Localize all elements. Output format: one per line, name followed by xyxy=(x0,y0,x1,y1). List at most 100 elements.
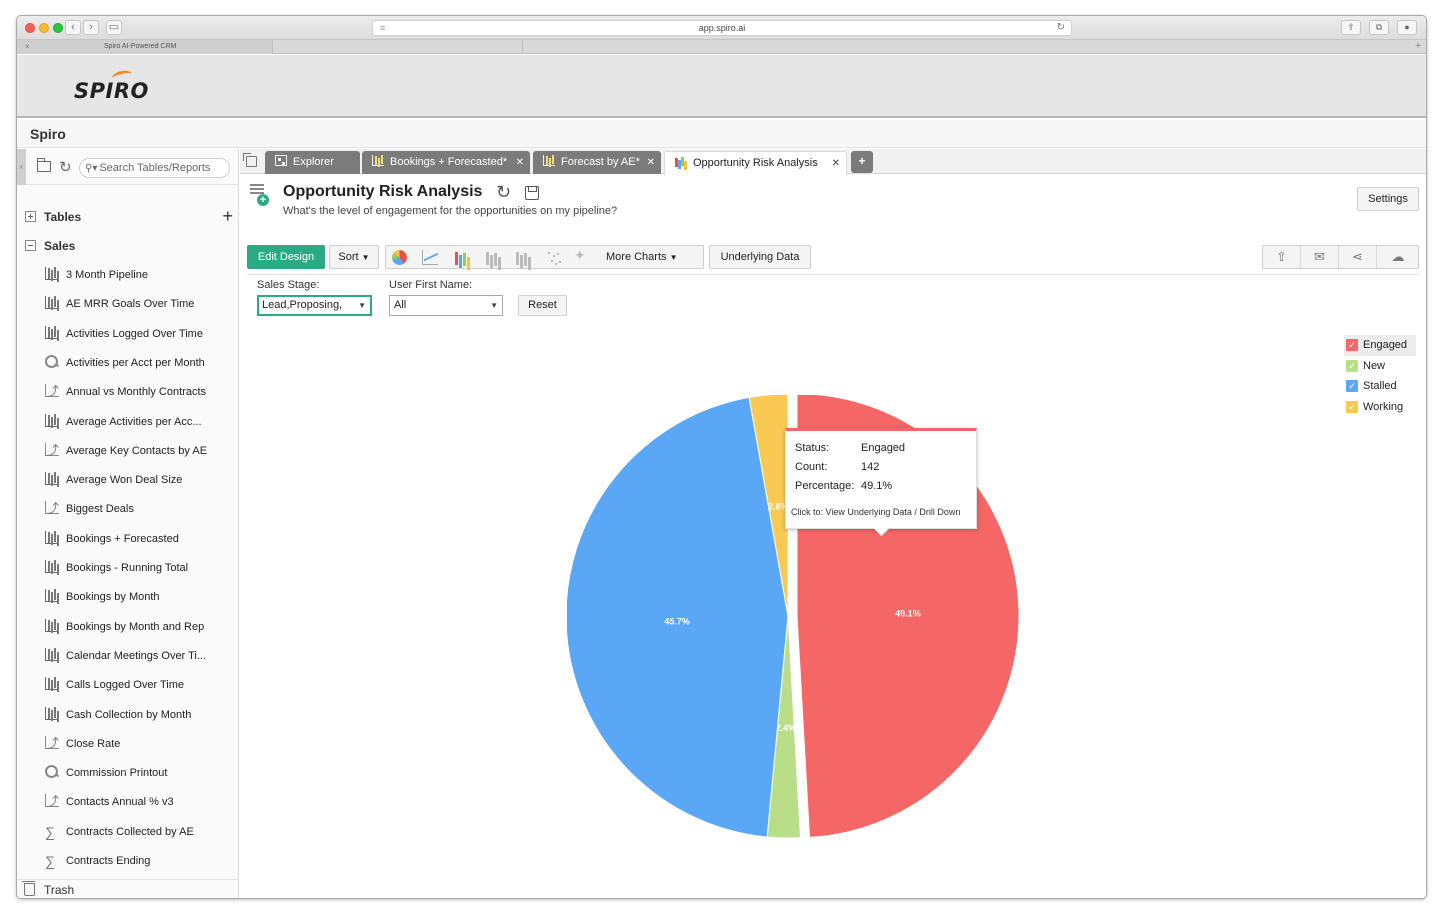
column-chart-icon[interactable] xyxy=(454,250,470,265)
settings-button[interactable]: Settings xyxy=(1357,187,1419,211)
sigma-icon xyxy=(45,850,59,872)
collapse-sidebar-icon[interactable]: ‹ xyxy=(17,149,26,185)
sidebar-report-item[interactable]: Contracts Collected by AE xyxy=(45,821,230,843)
tab-bookings-forecasted[interactable]: Bookings + Forecasted* ✕ xyxy=(362,151,530,174)
close-tab-icon[interactable]: ✕ xyxy=(832,152,840,175)
sidebar-report-item[interactable]: Activities per Acct per Month xyxy=(45,352,230,374)
app-header: Spiro xyxy=(17,120,1426,148)
sidebar-report-item[interactable]: Annual vs Monthly Contracts xyxy=(45,381,230,403)
address-bar[interactable]: ≡ app.spiro.ai ↻ xyxy=(372,20,1072,36)
report-title: Opportunity Risk Analysis xyxy=(283,183,483,200)
chart-type-group: More Charts ▼ xyxy=(385,245,704,269)
add-table-icon[interactable]: + xyxy=(222,207,233,225)
grouped-chart-icon[interactable] xyxy=(515,250,531,265)
legend-checkbox-icon[interactable]: ✓ xyxy=(1346,339,1358,351)
refresh-icon[interactable]: ↻ xyxy=(496,182,511,203)
collapse-icon[interactable] xyxy=(25,240,36,251)
pie-chart-icon[interactable] xyxy=(392,250,407,265)
tab-explorer[interactable]: Explorer xyxy=(265,151,360,174)
sidebar-report-item[interactable]: Contracts Ending xyxy=(45,850,230,872)
share-icon[interactable]: ⇧ xyxy=(1341,20,1361,35)
tabs-overview-icon[interactable]: ⧉ xyxy=(1369,20,1389,35)
legend-item[interactable]: ✓ Engaged xyxy=(1344,335,1416,356)
sidebar-report-item[interactable]: Average Activities per Acc... xyxy=(45,411,230,433)
scatter-chart-icon[interactable] xyxy=(546,250,562,265)
sidebar-report-item[interactable]: Close Rate xyxy=(45,733,230,755)
user-first-name-select[interactable]: All ▼ xyxy=(389,295,503,316)
legend-checkbox-icon[interactable]: ✓ xyxy=(1346,359,1358,372)
report-add-icon[interactable]: + xyxy=(250,184,270,206)
spiro-logo[interactable]: SPIRO xyxy=(74,69,154,107)
close-tab-icon[interactable]: ✕ xyxy=(647,151,655,174)
legend-checkbox-icon[interactable]: ✓ xyxy=(1346,380,1358,392)
sales-stage-select[interactable]: Lead,Proposing, ▼ xyxy=(257,295,372,316)
sidebar-report-item[interactable]: Bookings by Month and Rep xyxy=(45,616,230,638)
sidebar-report-item[interactable]: Calendar Meetings Over Ti... xyxy=(45,645,230,667)
more-charts-button[interactable]: More Charts ▼ xyxy=(606,246,678,269)
legend-item[interactable]: ✓ Working xyxy=(1344,397,1416,418)
sidebar-report-item[interactable]: Average Won Deal Size xyxy=(45,469,230,491)
tables-section[interactable]: Tables xyxy=(25,208,81,226)
minimize-window-button[interactable] xyxy=(39,23,49,33)
legend-label: Engaged xyxy=(1363,339,1408,351)
save-icon[interactable] xyxy=(525,186,539,200)
line-chart-icon[interactable] xyxy=(422,250,438,265)
sidebar-report-item[interactable]: Calls Logged Over Time xyxy=(45,674,230,696)
sidebar-report-label: Calendar Meetings Over Ti... xyxy=(66,649,207,662)
extension-icon[interactable]: ● xyxy=(1397,20,1417,35)
sort-button[interactable]: Sort ▼ xyxy=(329,245,379,269)
underlying-data-button[interactable]: Underlying Data xyxy=(709,245,811,269)
share-icon[interactable]: ⋖ xyxy=(1339,246,1377,268)
tab-opportunity-risk-analysis[interactable]: Opportunity Risk Analysis ✕ xyxy=(664,151,847,175)
sidebar-report-item[interactable]: Bookings - Running Total xyxy=(45,557,230,579)
close-tab-icon[interactable]: ✕ xyxy=(516,151,524,174)
folder-icon[interactable] xyxy=(36,158,51,172)
sales-section[interactable]: Sales xyxy=(25,237,75,255)
sidebar-report-label: Cash Collection by Month xyxy=(66,708,192,721)
expand-icon[interactable] xyxy=(25,211,36,222)
search-input[interactable]: ⚲▾ Search Tables/Reports xyxy=(79,158,230,178)
refresh-icon[interactable]: ↻ xyxy=(59,158,72,176)
export-icon[interactable]: ⇧ xyxy=(1263,246,1301,268)
sidebar-report-label: Bookings + Forecasted xyxy=(66,532,179,545)
maximize-window-button[interactable] xyxy=(53,23,63,33)
publish-cloud-icon[interactable]: ☁ xyxy=(1377,246,1419,268)
sidebar-report-label: 3 Month Pipeline xyxy=(66,269,148,281)
tab-forecast-by-ae[interactable]: Forecast by AE* ✕ xyxy=(533,151,661,174)
legend-checkbox-icon[interactable]: ✓ xyxy=(1346,400,1358,413)
new-tab-icon[interactable]: + xyxy=(1415,40,1421,53)
email-icon[interactable]: ✉ xyxy=(1301,246,1339,268)
reader-icon[interactable]: ≡ xyxy=(380,21,385,35)
sidebar-report-item[interactable]: Activities Logged Over Time xyxy=(45,323,230,345)
sidebar-toggle-icon[interactable]: ▭ xyxy=(106,20,122,35)
legend-item[interactable]: ✓ New xyxy=(1344,356,1416,377)
sidebar-report-item[interactable]: Bookings + Forecasted xyxy=(45,528,230,550)
bar-chart-icon xyxy=(372,155,384,166)
browser-tab-strip: × Spiro AI-Powered CRM + xyxy=(17,40,1426,54)
sidebar-report-label: Close Rate xyxy=(66,737,121,750)
legend-item[interactable]: ✓ Stalled xyxy=(1344,376,1416,397)
sidebar-report-item[interactable]: Average Key Contacts by AE xyxy=(45,440,230,462)
close-window-button[interactable] xyxy=(25,23,35,33)
stacked-chart-icon[interactable] xyxy=(485,250,501,265)
trash-row[interactable]: Trash xyxy=(17,879,239,898)
reload-icon[interactable]: ↻ xyxy=(1057,21,1065,35)
app-logo-bar: SPIRO xyxy=(17,55,1426,118)
sidebar-report-item[interactable]: Contacts Annual % v3 xyxy=(45,791,230,813)
add-tab-button[interactable]: + xyxy=(851,151,873,173)
sidebar-report-item[interactable]: Commission Printout xyxy=(45,762,230,784)
browser-tab[interactable]: × Spiro AI-Powered CRM xyxy=(17,40,273,54)
back-icon[interactable]: ‹ xyxy=(65,20,81,35)
sidebar-report-item[interactable]: AE MRR Goals Over Time xyxy=(45,293,230,315)
sidebar-report-item[interactable]: Bookings by Month xyxy=(45,586,230,608)
sidebar-report-item[interactable]: 3 Month Pipeline xyxy=(45,264,230,286)
query-icon xyxy=(45,765,59,779)
edit-design-button[interactable]: Edit Design xyxy=(247,245,325,269)
close-tab-icon[interactable]: × xyxy=(25,40,30,54)
map-chart-icon[interactable] xyxy=(574,247,590,265)
tabs-menu-icon[interactable] xyxy=(243,153,257,167)
reset-button[interactable]: Reset xyxy=(518,295,567,316)
forward-icon[interactable]: › xyxy=(83,20,99,35)
sidebar-report-item[interactable]: Cash Collection by Month xyxy=(45,704,230,726)
sidebar-report-item[interactable]: Biggest Deals xyxy=(45,498,230,520)
